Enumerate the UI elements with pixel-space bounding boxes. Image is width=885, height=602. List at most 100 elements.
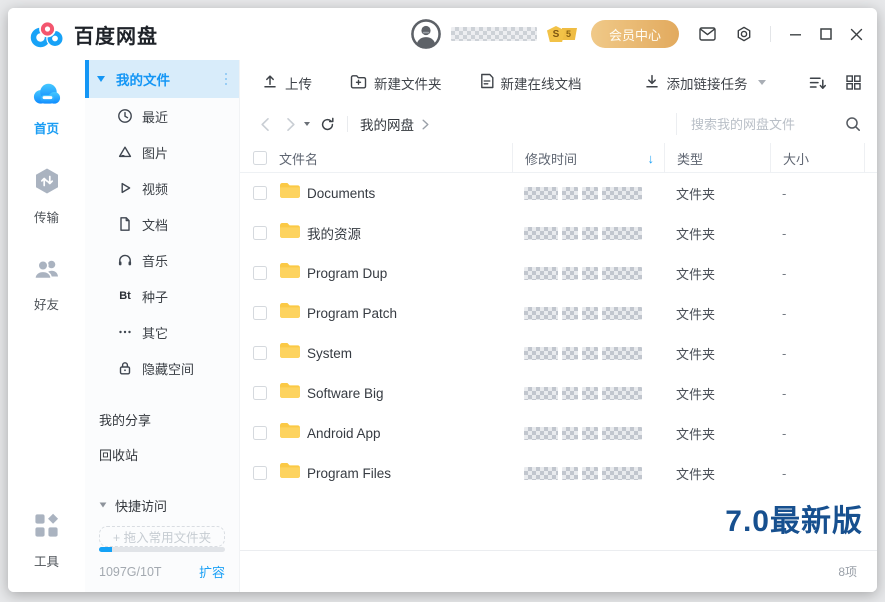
folder-dropzone[interactable]: + 拖入常用文件夹 bbox=[99, 526, 225, 547]
file-type: 文件夹 bbox=[664, 304, 770, 323]
main-content: 上传 新建文件夹 新建在线文档 bbox=[240, 60, 877, 592]
file-size: - bbox=[770, 186, 865, 201]
tree-item-label: 视频 bbox=[142, 179, 168, 198]
column-header-type[interactable]: 类型 bbox=[664, 143, 770, 173]
sidebar: 我的文件 最近 图片 视频 bbox=[85, 60, 240, 592]
table-row[interactable]: Android App 文件夹 - bbox=[240, 413, 877, 453]
folder-icon bbox=[279, 462, 307, 484]
folder-icon bbox=[279, 422, 307, 444]
left-nav: 首页 传输 bbox=[8, 60, 85, 592]
storage-progress-bar[interactable] bbox=[99, 547, 225, 552]
sidebar-item-hidden-space[interactable]: 隐藏空间 bbox=[85, 350, 239, 386]
sidebar-item-torrents[interactable]: Bt 种子 bbox=[85, 278, 239, 314]
table-row[interactable]: Program Dup 文件夹 - bbox=[240, 253, 877, 293]
sidebar-item-my-shares[interactable]: 我的分享 bbox=[85, 402, 239, 437]
settings-gear-icon[interactable] bbox=[736, 26, 752, 42]
row-checkbox[interactable] bbox=[253, 346, 267, 360]
add-link-task-button[interactable]: 添加链接任务 bbox=[644, 73, 766, 93]
friends-icon bbox=[33, 256, 61, 287]
table-row[interactable]: 我的资源 文件夹 - bbox=[240, 213, 877, 253]
modified-date-redacted bbox=[512, 427, 664, 440]
row-checkbox[interactable] bbox=[253, 266, 267, 280]
new-online-doc-button[interactable]: 新建在线文档 bbox=[480, 73, 582, 93]
nav-item-tools[interactable]: 工具 bbox=[33, 512, 60, 570]
nav-item-friends[interactable]: 好友 bbox=[33, 256, 61, 313]
expand-storage-link[interactable]: 扩容 bbox=[199, 562, 225, 581]
nav-item-home[interactable]: 首页 bbox=[31, 80, 63, 137]
sidebar-item-documents[interactable]: 文档 bbox=[85, 206, 239, 242]
breadcrumb-my-drive[interactable]: 我的网盘 bbox=[360, 114, 414, 134]
more-options-icon[interactable] bbox=[225, 73, 228, 86]
lock-icon bbox=[117, 360, 133, 376]
sort-order-icon[interactable] bbox=[809, 75, 826, 91]
user-avatar[interactable] bbox=[411, 19, 441, 49]
version-watermark: 7.0最新版 bbox=[725, 496, 863, 540]
column-header-name[interactable]: 文件名 bbox=[279, 149, 512, 168]
messages-icon[interactable] bbox=[699, 27, 716, 41]
vip-level-badge[interactable]: S 5 bbox=[547, 26, 577, 42]
file-name: Android App bbox=[307, 426, 512, 441]
column-header-modified[interactable]: 修改时间 ↓ bbox=[512, 143, 664, 173]
tree-item-label: 最近 bbox=[142, 107, 168, 126]
upload-button[interactable]: 上传 bbox=[262, 73, 312, 93]
vip-level-number: 5 bbox=[562, 28, 577, 40]
chevron-down-icon bbox=[100, 502, 107, 507]
row-checkbox[interactable] bbox=[253, 226, 267, 240]
tree-item-label: 文档 bbox=[142, 215, 168, 234]
file-type: 文件夹 bbox=[664, 344, 770, 363]
file-name: System bbox=[307, 346, 512, 361]
sidebar-item-videos[interactable]: 视频 bbox=[85, 170, 239, 206]
sidebar-item-others[interactable]: 其它 bbox=[85, 314, 239, 350]
row-checkbox[interactable] bbox=[253, 386, 267, 400]
close-button[interactable] bbox=[850, 28, 863, 41]
folder-icon bbox=[279, 382, 307, 404]
member-center-button[interactable]: 会员中心 bbox=[591, 20, 679, 48]
table-row[interactable]: System 文件夹 - bbox=[240, 333, 877, 373]
new-folder-button[interactable]: 新建文件夹 bbox=[350, 73, 442, 93]
folder-icon bbox=[279, 302, 307, 324]
select-all-checkbox[interactable] bbox=[253, 151, 267, 165]
nav-item-label: 传输 bbox=[34, 207, 59, 226]
table-row[interactable]: Documents 文件夹 - bbox=[240, 173, 877, 213]
titlebar-divider bbox=[770, 26, 771, 42]
tree-item-label: 图片 bbox=[142, 143, 168, 162]
column-header-size[interactable]: 大小 bbox=[770, 143, 865, 173]
new-doc-icon bbox=[480, 73, 494, 92]
sidebar-item-quick-access[interactable]: 快捷访问 bbox=[85, 488, 239, 522]
folder-icon bbox=[279, 222, 307, 244]
new-doc-label: 新建在线文档 bbox=[501, 73, 582, 93]
row-checkbox[interactable] bbox=[253, 466, 267, 480]
sidebar-item-recent[interactable]: 最近 bbox=[85, 98, 239, 134]
minimize-button[interactable] bbox=[789, 28, 802, 41]
file-size: - bbox=[770, 466, 865, 481]
file-type: 文件夹 bbox=[664, 264, 770, 283]
username-redacted bbox=[451, 27, 537, 41]
maximize-button[interactable] bbox=[820, 28, 832, 40]
table-row[interactable]: Software Big 文件夹 - bbox=[240, 373, 877, 413]
sidebar-item-music[interactable]: 音乐 bbox=[85, 242, 239, 278]
forward-button[interactable] bbox=[286, 117, 296, 132]
modified-date-redacted bbox=[512, 307, 664, 320]
search-icon[interactable] bbox=[845, 116, 861, 132]
sidebar-item-pictures[interactable]: 图片 bbox=[85, 134, 239, 170]
history-dropdown-icon[interactable] bbox=[304, 122, 310, 126]
row-checkbox[interactable] bbox=[253, 306, 267, 320]
row-checkbox[interactable] bbox=[253, 186, 267, 200]
sidebar-item-my-files[interactable]: 我的文件 bbox=[85, 60, 239, 98]
refresh-icon[interactable] bbox=[320, 117, 335, 132]
back-button[interactable] bbox=[260, 117, 270, 132]
chevron-down-icon bbox=[758, 80, 766, 85]
file-size: - bbox=[770, 346, 865, 361]
sidebar-item-recycle-bin[interactable]: 回收站 bbox=[85, 437, 239, 472]
more-dots-icon bbox=[117, 324, 133, 340]
file-size: - bbox=[770, 226, 865, 241]
table-row[interactable]: Program Files 文件夹 - bbox=[240, 453, 877, 493]
row-checkbox[interactable] bbox=[253, 426, 267, 440]
table-row[interactable]: Program Patch 文件夹 - bbox=[240, 293, 877, 333]
nav-item-transfer[interactable]: 传输 bbox=[33, 167, 61, 226]
video-icon bbox=[117, 180, 133, 196]
picture-icon bbox=[117, 144, 133, 160]
file-name: Software Big bbox=[307, 386, 512, 401]
grid-view-icon[interactable] bbox=[846, 75, 861, 90]
search-input[interactable] bbox=[691, 117, 839, 132]
